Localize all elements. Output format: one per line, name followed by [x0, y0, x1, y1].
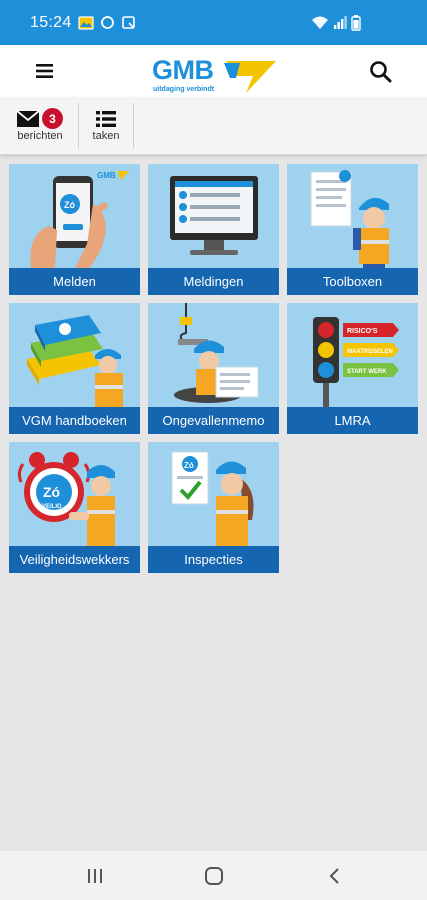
back-button[interactable] — [304, 851, 364, 900]
tile-meldingen-label: Meldingen — [148, 268, 279, 295]
tile-lmra[interactable]: RISICO'S MAATREGELEN START WERK LMRA — [287, 303, 418, 434]
tile-vgm-handboeken-label: VGM handboeken — [9, 407, 140, 434]
signal-icon — [334, 16, 347, 29]
tile-veiligheidswekkers[interactable]: Zó VEILIG Veiligheidswekkers — [9, 442, 140, 573]
accident-memo-icon — [174, 303, 259, 403]
phone-report-icon: GMB Zó — [30, 171, 129, 268]
worker-document-icon — [310, 170, 389, 268]
tile-meldingen[interactable]: Meldingen — [148, 164, 279, 295]
wifi-icon — [312, 16, 328, 29]
app-bar: GMB uitdaging verbindt — [0, 45, 427, 97]
tile-melden-label: Melden — [9, 268, 140, 295]
svg-text:GMB: GMB — [97, 171, 116, 180]
svg-text:RISICO'S: RISICO'S — [347, 328, 378, 335]
svg-text:Zó: Zó — [43, 484, 60, 500]
back-icon — [329, 867, 339, 884]
svg-text:Zó: Zó — [184, 461, 194, 470]
tab-berichten[interactable]: 3 berichten — [10, 97, 70, 155]
gmb-logo: GMB uitdaging verbindt — [150, 51, 280, 95]
logo-tagline: uitdaging verbindt — [153, 86, 215, 93]
tile-melden[interactable]: GMB Zó Melden — [9, 164, 140, 295]
tile-veiligheidswekkers-label: Veiligheidswekkers — [9, 546, 140, 573]
tile-inspecties[interactable]: Zó Inspecties — [148, 442, 279, 573]
tab-divider — [133, 103, 134, 149]
alarm-clock-icon: Zó VEILIG — [17, 452, 115, 546]
tile-toolboxen[interactable]: Toolboxen — [287, 164, 418, 295]
tile-ongevallenmemo-label: Ongevallenmemo — [148, 407, 279, 434]
tab-berichten-label: berichten — [17, 130, 63, 142]
inspection-checklist-icon: Zó — [171, 451, 254, 546]
battery-icon — [351, 14, 361, 31]
tile-lmra-label: LMRA — [287, 407, 418, 434]
home-icon — [205, 866, 223, 885]
monitor-list-icon — [170, 176, 258, 255]
recent-apps-button[interactable] — [65, 851, 125, 900]
svg-text:START WERK: START WERK — [347, 369, 387, 375]
tab-taken-label: taken — [92, 130, 120, 142]
home-button[interactable] — [184, 851, 244, 900]
svg-text:MAATREGELEN: MAATREGELEN — [347, 349, 393, 355]
svg-text:Zó: Zó — [64, 200, 75, 210]
status-bar: 15:24 — [0, 0, 427, 45]
hamburger-menu-icon[interactable] — [34, 60, 58, 82]
task-list-icon — [96, 111, 116, 127]
gallery-notification-icon — [77, 15, 94, 30]
tab-taken[interactable]: taken — [79, 97, 133, 155]
traffic-light-icon: RISICO'S MAATREGELEN START WERK — [313, 317, 399, 407]
tile-ongevallenmemo[interactable]: Ongevallenmemo — [148, 303, 279, 434]
search-icon[interactable] — [368, 59, 394, 85]
recent-apps-icon — [88, 868, 102, 883]
tile-inspecties-label: Inspecties — [148, 546, 279, 573]
system-navigation-bar — [0, 851, 427, 900]
quick-tab-bar: 3 berichten taken — [0, 97, 427, 155]
logo-text: GMB — [152, 55, 214, 85]
tile-vgm-handboeken[interactable]: VGM handboeken — [9, 303, 140, 434]
mail-icon — [16, 110, 40, 127]
books-icon — [27, 315, 123, 407]
svg-text:VEILIG: VEILIG — [42, 504, 62, 510]
status-time: 15:24 — [30, 13, 72, 31]
screenshot-notification-icon — [121, 16, 135, 29]
circle-notification-icon — [100, 16, 114, 29]
tile-toolboxen-label: Toolboxen — [287, 268, 418, 295]
unread-badge: 3 — [42, 108, 63, 129]
